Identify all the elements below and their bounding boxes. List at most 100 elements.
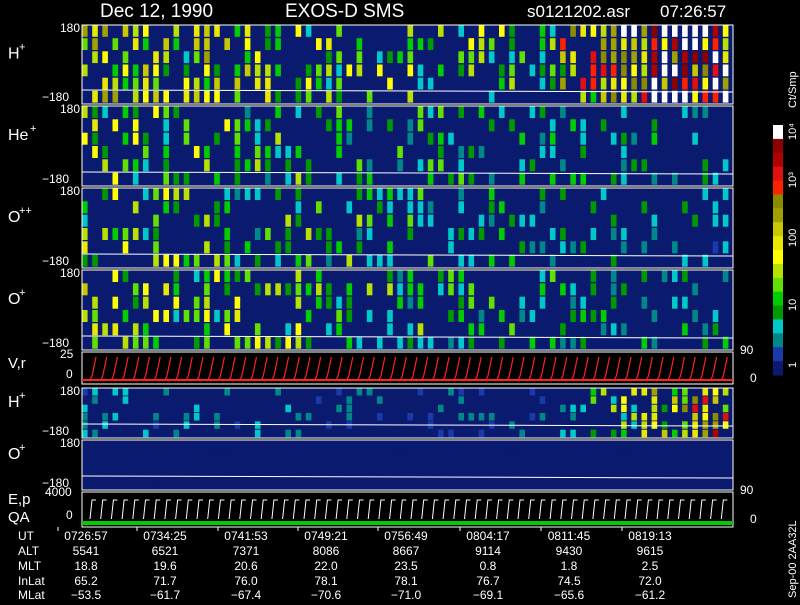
spectrogram-cell [702,323,709,336]
spectrogram-cell [224,241,230,254]
spectrogram-cell [468,254,475,267]
spectrogram-cell [692,25,698,37]
spectrogram-cell [641,270,648,282]
spectrogram-cell [621,413,627,421]
orbit-footer: UTALTMLTInLatMLat 0726:57554118.865.2−53.… [18,520,799,602]
colorbar-swatch [773,152,783,168]
spectrogram-cell [570,283,576,296]
spectrogram-cell [316,270,322,282]
spectrogram-cell [305,77,312,90]
spectrogram-cell [570,51,576,64]
spectrogram-cell [112,388,119,396]
spectrogram-cell [672,388,678,396]
spectrogram-cell [651,77,658,90]
spectrogram-cell [580,132,586,145]
spectrogram-cell [275,254,281,267]
spectrogram-cell [631,388,637,396]
spectrogram-cell [692,38,698,50]
spectrogram-cell [519,159,525,172]
spectrogram-cell [590,481,597,490]
header-mission: EXOS-D SMS [285,1,404,22]
spectrogram-cell [600,119,607,132]
spectrogram-cell [326,323,332,336]
spectrogram-cell [214,25,220,37]
spectrogram-cell [265,90,271,103]
spectrogram-cell [204,90,210,103]
spectrogram-cell [346,396,353,404]
spectrogram-cell [458,296,464,309]
spectrogram-cell [458,310,464,322]
spectrogram-cell [295,106,302,118]
spectrogram-cell [702,159,709,172]
spectrogram-cell [509,25,515,37]
spectrogram-cell [102,146,108,158]
spectrogram-cell [417,64,424,77]
spectrogram-cell [366,119,373,132]
spectrogram-cell [478,388,485,396]
spectrogram-cell [468,38,475,50]
spectrogram-cell [336,404,342,413]
spectrogram-cell [672,172,678,185]
spectrogram-cell [366,283,373,296]
spectrogram-cell [407,90,414,103]
spectrogram-cell [132,77,139,90]
spectrogram-cell [702,388,709,396]
spectrogram-cell [610,77,617,90]
spectrogram-cell [438,106,444,118]
spectrogram-cell [600,90,607,103]
spectrogram-cell [560,106,566,118]
spectrogram-cell [122,159,129,172]
spectrogram-cell [92,132,98,145]
spectrogram-cell [478,228,485,240]
spectrogram-cell [702,336,709,349]
spectrogram-cell [702,51,709,64]
spectrogram-cell [600,388,607,396]
spectrogram-cell [112,481,119,490]
spectrogram-cell [580,440,586,448]
spectrogram-cell [397,51,403,64]
spectrogram-cell [682,404,688,413]
spectrogram-cell [478,38,485,50]
spectrogram-cell [692,77,698,90]
spectrogram-cell [244,188,251,200]
spectrogram-cell [92,388,98,396]
spectrogram-cell [234,336,241,349]
spectrogram-cell [661,51,668,64]
spectrogram-cell [692,404,698,413]
spectrogram-cell [295,323,302,336]
spectrogram-cell [295,188,302,200]
spectrogram-cell [641,388,648,396]
spectrogram-cell [458,159,464,172]
spectrogram-cell [244,159,251,172]
y-axis-max: 180 [60,436,80,450]
spectrogram-cell [204,51,210,64]
panel-label-qa: QA [8,509,30,526]
spectrogram-cell [173,429,180,438]
spectrogram-cell [204,241,210,254]
spectrogram-cell [346,254,353,267]
spectrogram-cell [316,38,322,50]
y-axis-min: 0 [66,367,73,381]
spectrogram-cell [336,90,342,103]
spectrogram-cell [295,481,302,490]
spectrogram-cell [234,159,241,172]
spectrogram-cell [143,38,149,50]
spectrogram-cell [631,77,637,90]
footer-value: −53.5 [71,588,102,600]
spectrogram-cell [610,132,617,145]
spectrogram-cell [82,404,88,413]
spectrogram-cell [183,188,190,200]
spectrogram-cell [672,25,678,37]
spectrogram-cell [356,159,363,172]
spectrogram-cell [427,77,434,90]
spectrogram-cell [458,51,464,64]
spectrogram-cell [468,283,475,296]
spectrogram-cell [254,119,261,132]
spectrogram-cell [488,296,495,309]
spectrogram-cell [417,336,424,349]
spectrogram-cell [458,188,464,200]
spectrogram-cell [458,64,464,77]
spectrogram-cell [621,38,627,50]
colorbar-swatch [773,125,783,140]
spectrogram-cell [570,413,576,421]
